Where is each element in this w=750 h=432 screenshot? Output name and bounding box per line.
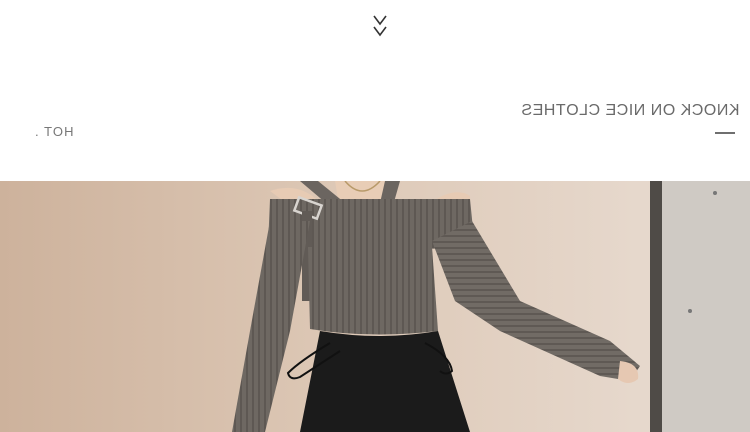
hot-tag: HOT .	[34, 124, 74, 139]
model-illustration	[0, 181, 750, 432]
slogan-underline	[715, 132, 735, 134]
double-chevron-down-icon[interactable]	[370, 12, 390, 40]
header-band: KNOCK ON NICE CLOTHES HOT .	[0, 0, 750, 181]
sweater-body	[308, 247, 438, 335]
slogan-text: KNOCK ON NICE CLOTHES	[521, 102, 740, 119]
door	[650, 181, 750, 432]
product-photo	[0, 181, 750, 432]
